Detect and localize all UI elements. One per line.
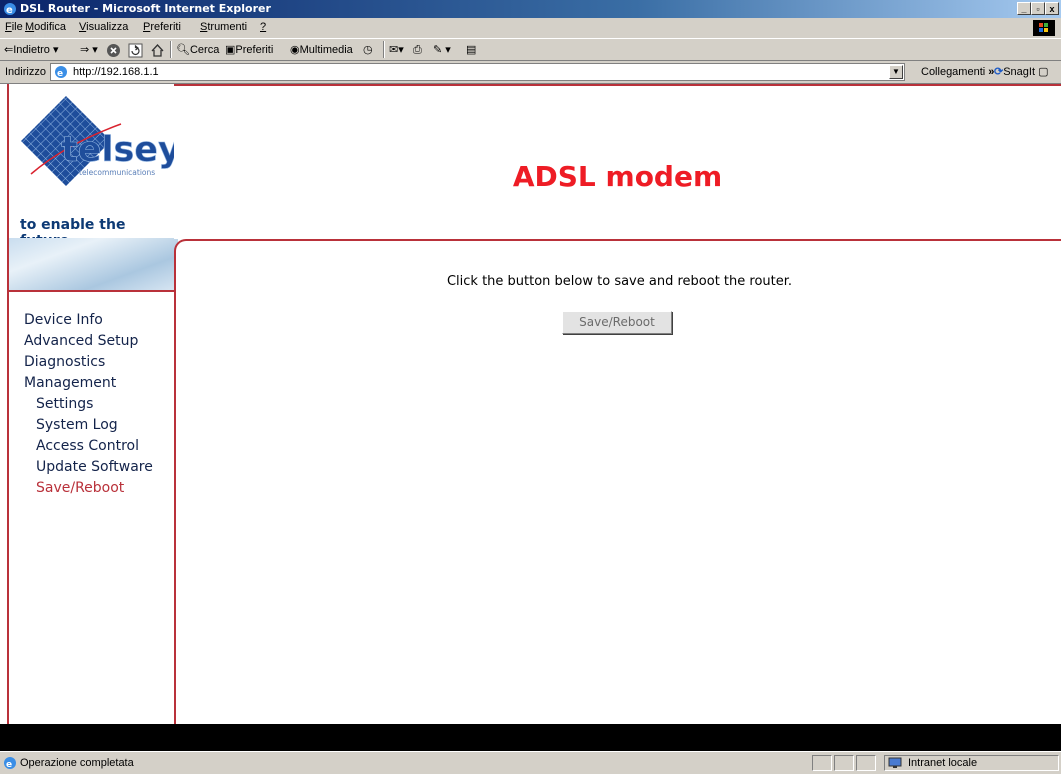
search-icon: 🔍︎ — [176, 44, 190, 56]
mail-button[interactable]: ✉▾ — [389, 42, 404, 58]
nav-access-control[interactable]: Access Control — [24, 436, 153, 457]
document-icon: ▤ — [466, 44, 477, 56]
nav-management[interactable]: Management — [24, 373, 153, 394]
forward-button[interactable]: ⇒ ▾ — [80, 42, 98, 58]
page-title: ADSL modem — [512, 160, 723, 193]
status-text: Operazione completata — [20, 757, 134, 769]
edit-icon: ✎ — [433, 44, 443, 56]
header-frame: ADSL modem — [174, 84, 1061, 239]
address-dropdown-icon[interactable]: ▼ — [889, 65, 903, 79]
sidebar-nav: Device Info Advanced Setup Diagnostics M… — [24, 310, 153, 499]
history-button[interactable]: ◷ — [363, 42, 373, 58]
save-reboot-button[interactable]: Save/Reboot — [562, 311, 672, 334]
nav-settings[interactable]: Settings — [24, 394, 153, 415]
nav-save-reboot[interactable]: Save/Reboot — [24, 478, 153, 499]
intranet-zone-icon — [888, 757, 902, 768]
internet-explorer-icon: e — [4, 3, 16, 16]
menu-strumenti[interactable]: Strumenti — [200, 21, 247, 33]
menu-bar: File Modifica Visualizza Preferiti Strum… — [0, 18, 1061, 39]
home-icon — [151, 43, 164, 57]
address-url: http://192.168.1.1 — [73, 66, 159, 78]
instruction-text: Click the button below to save and reboo… — [446, 274, 793, 289]
favorites-button[interactable]: ▣Preferiti — [225, 42, 273, 58]
nav-advanced-setup[interactable]: Advanced Setup — [24, 331, 153, 352]
zone-label: Intranet locale — [908, 757, 978, 769]
minimize-button[interactable]: _ — [1017, 2, 1031, 15]
search-button[interactable]: 🔍︎Cerca — [176, 42, 219, 58]
maximize-button[interactable]: ▫ — [1031, 2, 1045, 15]
nav-update-software[interactable]: Update Software — [24, 457, 153, 478]
media-button[interactable]: ◉Multimedia — [290, 42, 353, 58]
nav-diagnostics[interactable]: Diagnostics — [24, 352, 153, 373]
address-label: Indirizzo — [5, 66, 46, 78]
back-button[interactable]: ⇐Indietro ▾ — [4, 42, 59, 58]
address-bar: Indirizzo e http://192.168.1.1 ▼ Collega… — [0, 61, 1061, 84]
nav-system-log[interactable]: System Log — [24, 415, 153, 436]
snagit-button[interactable]: ⟳SnagIt ▢ — [994, 64, 1049, 80]
status-panel — [856, 755, 876, 771]
refresh-button[interactable] — [128, 42, 143, 58]
stop-icon — [107, 43, 120, 57]
logo-brand: telsey — [61, 130, 176, 170]
menu-help[interactable]: ? — [260, 21, 266, 33]
discuss-button[interactable]: ▤ — [466, 42, 476, 58]
toolbar-separator — [170, 41, 172, 58]
page-footer-bar — [0, 724, 1061, 751]
toolbar-separator — [383, 41, 385, 58]
window-title: DSL Router - Microsoft Internet Explorer — [20, 2, 271, 15]
menu-preferiti[interactable]: Preferiti — [143, 21, 181, 33]
mail-icon: ✉ — [389, 44, 399, 56]
favorites-icon: ▣ — [225, 44, 236, 56]
status-panel — [834, 755, 854, 771]
print-icon: ⎙ — [413, 44, 422, 56]
page-viewport: telsey telecommunications to enable the … — [0, 84, 1061, 751]
forward-arrow-icon: ⇒ — [80, 44, 90, 56]
address-input[interactable]: e http://192.168.1.1 ▼ — [50, 63, 905, 81]
status-panel — [812, 755, 832, 771]
refresh-icon — [128, 43, 143, 58]
home-button[interactable] — [150, 42, 165, 58]
menu-modifica[interactable]: Modifica — [25, 21, 66, 33]
svg-text:e: e — [6, 5, 13, 16]
telsey-logo-graphic: telsey telecommunications — [21, 96, 181, 186]
svg-text:e: e — [6, 760, 12, 770]
media-icon: ◉ — [290, 44, 300, 56]
menu-file[interactable]: File — [5, 21, 23, 33]
stop-button[interactable] — [106, 42, 121, 58]
snagit-capture-icon: ▢ — [1038, 66, 1049, 78]
history-icon: ◷ — [363, 44, 373, 56]
close-button[interactable]: x — [1045, 2, 1059, 15]
standard-toolbar: ⇐Indietro ▾ ⇒ ▾ 🔍︎Cerca ▣Preferiti ◉Mult… — [0, 39, 1061, 61]
windows-logo-icon — [1033, 20, 1055, 36]
page-icon: e — [55, 66, 67, 79]
logo-banner-strip — [9, 238, 178, 292]
window-title-bar[interactable]: e DSL Router - Microsoft Internet Explor… — [0, 0, 1061, 18]
snagit-icon: ⟳ — [994, 66, 1004, 78]
links-button[interactable]: Collegamenti » — [921, 66, 994, 78]
main-content-frame: Click the button below to save and reboo… — [174, 239, 1061, 724]
logo-subtitle: telecommunications — [79, 168, 155, 177]
edit-button[interactable]: ✎ ▾ — [433, 42, 451, 58]
left-navigation-frame: telsey telecommunications to enable the … — [7, 84, 181, 724]
menu-visualizza[interactable]: Visualizza — [79, 21, 128, 33]
nav-device-info[interactable]: Device Info — [24, 310, 153, 331]
page-done-icon: e — [4, 757, 16, 770]
print-button[interactable]: ⎙ — [413, 42, 422, 58]
status-bar: e Operazione completata Intranet locale — [0, 751, 1061, 774]
svg-text:e: e — [57, 69, 63, 79]
back-arrow-icon: ⇐ — [4, 44, 14, 56]
